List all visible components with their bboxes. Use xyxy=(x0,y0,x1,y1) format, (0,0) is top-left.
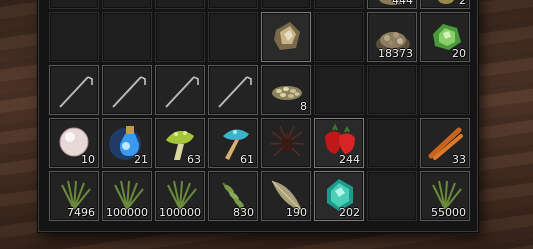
fishing-rod-icon xyxy=(112,76,146,108)
inventory-slot[interactable]: 20 xyxy=(420,12,470,62)
item-quantity: 202 xyxy=(339,206,360,219)
spider-icon xyxy=(269,125,305,157)
empty-slot[interactable] xyxy=(208,12,258,62)
empty-slot[interactable] xyxy=(314,12,364,62)
item-quantity: 8 xyxy=(300,100,307,113)
fishing-rod-icon xyxy=(165,76,199,108)
item-quantity: 190 xyxy=(286,206,307,219)
item-quantity: 55000 xyxy=(431,206,466,219)
item-quantity: 100000 xyxy=(106,206,148,219)
item-quantity: 61 xyxy=(240,153,254,166)
inventory-slot[interactable]: 63 xyxy=(155,118,205,168)
empty-slot[interactable] xyxy=(102,12,152,62)
inventory-slot[interactable]: 190 xyxy=(261,171,311,221)
empty-slot[interactable] xyxy=(155,12,205,62)
inventory-slot[interactable]: 830 xyxy=(208,171,258,221)
inventory-slot[interactable]: 444 xyxy=(367,0,417,9)
item-quantity: 444 xyxy=(392,0,413,7)
fishing-rod-icon xyxy=(218,76,252,108)
empty-slot[interactable] xyxy=(49,12,99,62)
inventory-slot[interactable]: 7496 xyxy=(49,171,99,221)
inventory-slot[interactable] xyxy=(261,118,311,168)
empty-slot[interactable] xyxy=(367,65,417,115)
inventory-slot[interactable]: 61 xyxy=(208,118,258,168)
inventory-slot[interactable]: 55000 xyxy=(420,171,470,221)
empty-slot[interactable] xyxy=(49,0,99,9)
inventory-slot[interactable] xyxy=(155,65,205,115)
inventory-slot[interactable]: 2 xyxy=(420,0,470,9)
empty-slot[interactable] xyxy=(367,171,417,221)
inventory-slot[interactable]: 202 xyxy=(314,171,364,221)
inventory-slot[interactable]: 100000 xyxy=(102,171,152,221)
empty-slot[interactable] xyxy=(420,65,470,115)
inventory-slot[interactable] xyxy=(102,65,152,115)
inventory-slot[interactable] xyxy=(261,12,311,62)
item-quantity: 2 xyxy=(459,0,466,7)
empty-slot[interactable] xyxy=(261,0,311,9)
inventory-slot[interactable]: 10 xyxy=(49,118,99,168)
empty-slot[interactable] xyxy=(208,0,258,9)
crystal-shard-icon xyxy=(274,22,300,50)
item-quantity: 7496 xyxy=(67,206,95,219)
inventory-slot[interactable]: 8 xyxy=(261,65,311,115)
item-quantity: 830 xyxy=(233,206,254,219)
empty-slot[interactable] xyxy=(367,118,417,168)
item-quantity: 21 xyxy=(134,153,148,166)
empty-slot[interactable] xyxy=(314,65,364,115)
inventory-slot[interactable] xyxy=(208,65,258,115)
item-quantity: 100000 xyxy=(159,206,201,219)
inventory-slot[interactable]: 100000 xyxy=(155,171,205,221)
fishing-rod-icon xyxy=(59,76,93,108)
empty-slot[interactable] xyxy=(155,0,205,9)
inventory-slot[interactable]: 244 xyxy=(314,118,364,168)
item-quantity: 20 xyxy=(452,47,466,60)
item-quantity: 63 xyxy=(187,153,201,166)
item-quantity: 244 xyxy=(339,153,360,166)
inventory-slot[interactable]: 18373 xyxy=(367,12,417,62)
inventory-slot[interactable]: 33 xyxy=(420,118,470,168)
inventory-panel: 444 2 18373 20 8 10 21 63 61 244 33 7496… xyxy=(38,0,478,232)
empty-slot[interactable] xyxy=(314,0,364,9)
item-quantity: 18373 xyxy=(378,47,413,60)
empty-slot[interactable] xyxy=(102,0,152,9)
inventory-slot[interactable]: 21 xyxy=(102,118,152,168)
item-quantity: 33 xyxy=(452,153,466,166)
item-quantity: 10 xyxy=(81,153,95,166)
inventory-slot[interactable] xyxy=(49,65,99,115)
